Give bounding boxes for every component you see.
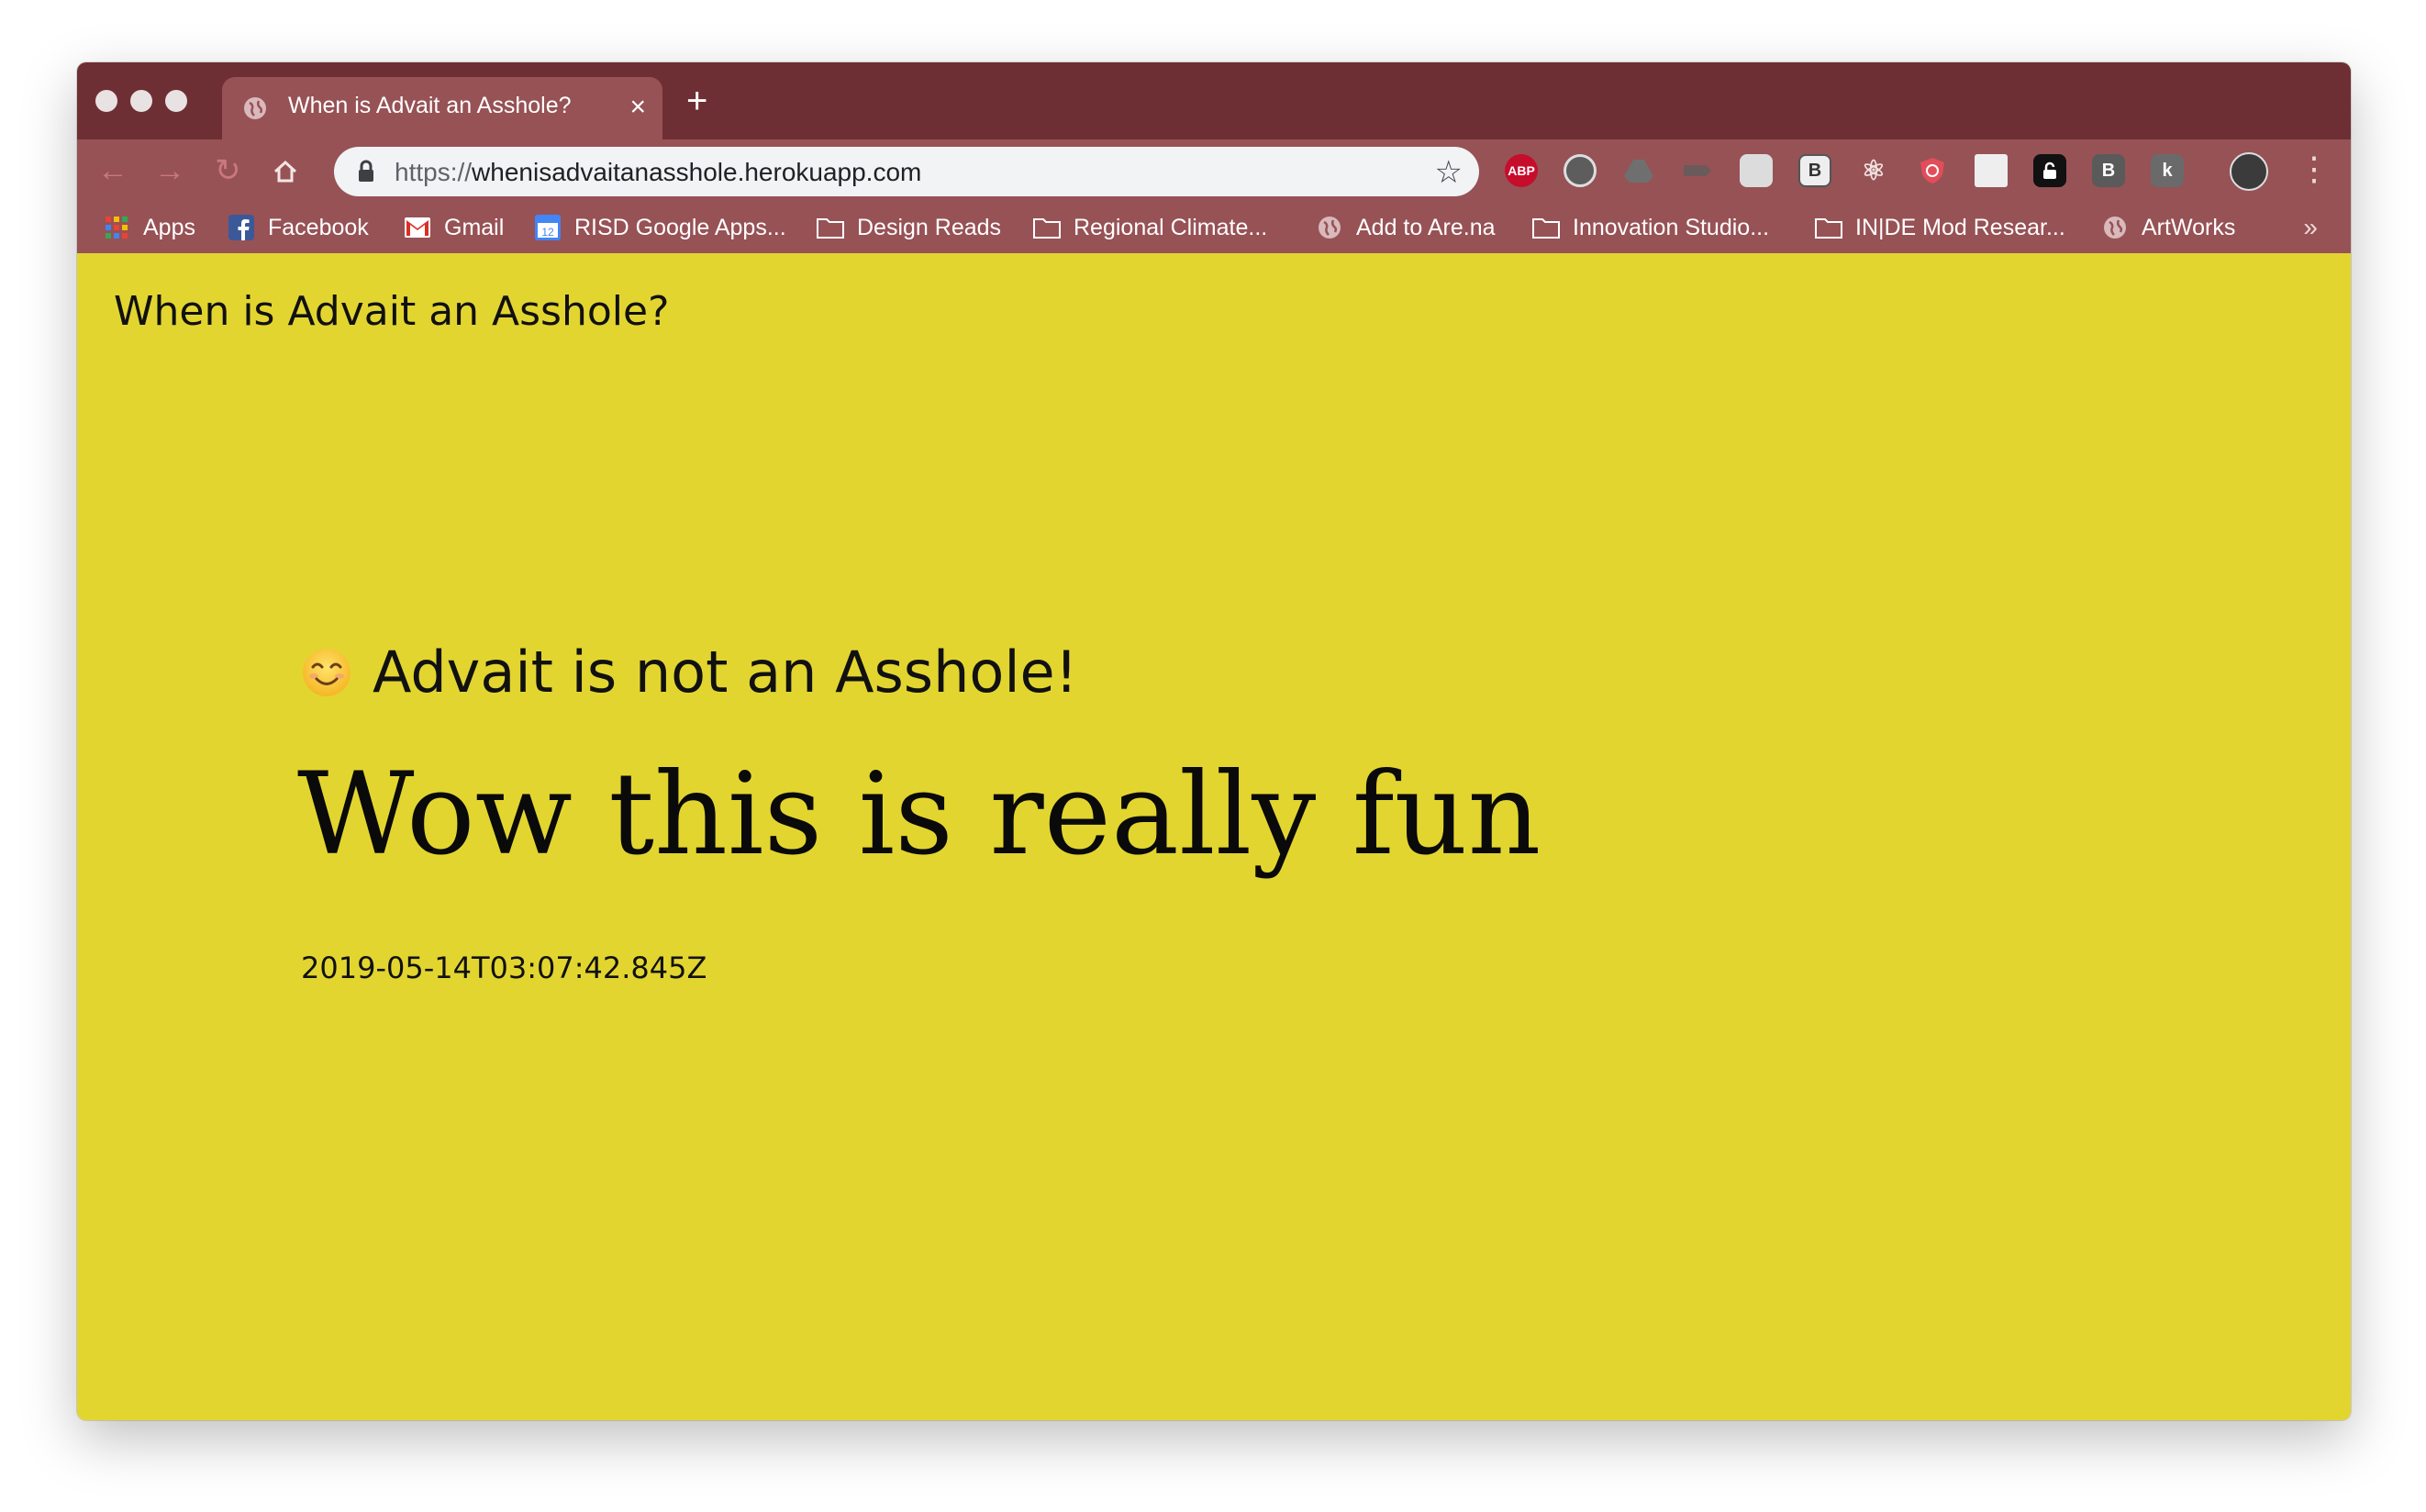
bookmark-artworks[interactable]: ArtWorks: [2101, 211, 2235, 244]
status-text: Advait is not an Asshole!: [373, 639, 1078, 706]
bookmark-label: Gmail: [444, 214, 505, 240]
timestamp: 2019-05-14T03:07:42.845Z: [301, 951, 707, 985]
reload-icon[interactable]: ↻: [215, 152, 241, 189]
bookmark-label: Apps: [143, 214, 195, 240]
b-box-icon[interactable]: B: [1798, 154, 1831, 187]
page-content: When is Advait an Asshole? Advait is not…: [77, 253, 2351, 1420]
zoom-window-button[interactable]: [165, 90, 187, 112]
back-arrow-icon[interactable]: ←: [97, 152, 128, 189]
more-menu-icon[interactable]: ⋮: [2298, 149, 2331, 189]
lock-ext-icon[interactable]: [2033, 154, 2066, 187]
bookmark-label: Design Reads: [857, 214, 1002, 240]
bookmark-label: ArtWorks: [2142, 214, 2236, 240]
react-icon[interactable]: ⚛: [1857, 154, 1890, 187]
tab-title: When is Advait an Asshole?: [288, 93, 572, 118]
bookmark-label: Innovation Studio...: [1573, 214, 1770, 240]
close-window-button[interactable]: [95, 90, 117, 112]
drive-icon[interactable]: [1622, 154, 1655, 187]
globe-icon: [2101, 214, 2129, 241]
svg-text:12: 12: [541, 226, 554, 239]
headline: Wow this is really fun: [297, 749, 1541, 881]
browser-toolbar: ← → ↻ https://whenisadvaitanasshole.hero…: [77, 139, 2351, 202]
folder-icon: [817, 214, 844, 241]
facebook-icon: [228, 214, 255, 241]
bookmark-inde-mod-research[interactable]: IN|DE Mod Resear...: [1815, 211, 2065, 244]
browser-window: When is Advait an Asshole? × + ← → ↻ htt…: [77, 62, 2351, 1420]
active-tab[interactable]: When is Advait an Asshole? ×: [222, 77, 662, 139]
layout-icon[interactable]: [1975, 154, 2008, 187]
bookmark-design-reads[interactable]: Design Reads: [817, 211, 1001, 244]
tag-icon[interactable]: [1681, 154, 1714, 187]
bookmarks-overflow-icon[interactable]: »: [2303, 213, 2318, 242]
adblock-plus-icon[interactable]: ABP: [1505, 154, 1538, 187]
status-line: Advait is not an Asshole!: [301, 639, 1078, 706]
bookmark-label: Add to Are.na: [1356, 214, 1496, 240]
new-tab-button[interactable]: +: [686, 83, 707, 119]
bookmark-label: IN|DE Mod Resear...: [1855, 214, 2065, 240]
globe-icon: [1316, 214, 1343, 241]
note-icon[interactable]: [1740, 154, 1773, 187]
smiling-face-emoji-icon: [301, 647, 352, 698]
bookmark-innovation-studio[interactable]: Innovation Studio...: [1532, 211, 1769, 244]
bookmark-gmail[interactable]: Gmail: [404, 211, 504, 244]
folder-icon: [1815, 214, 1842, 241]
bookmark-label: Regional Climate...: [1074, 214, 1268, 240]
minimize-window-button[interactable]: [130, 90, 152, 112]
tab-close-icon[interactable]: ×: [629, 94, 646, 121]
profile-avatar[interactable]: [2230, 152, 2268, 191]
forward-arrow-icon[interactable]: →: [154, 152, 185, 189]
bookmark-star-icon[interactable]: ☆: [1435, 154, 1463, 191]
bookmark-add-to-arena[interactable]: Add to Are.na: [1316, 211, 1496, 244]
bookmark-apps[interactable]: Apps: [103, 211, 195, 244]
address-bar[interactable]: https://whenisadvaitanasshole.herokuapp.…: [334, 147, 1479, 196]
bookmark-facebook[interactable]: Facebook: [228, 211, 369, 244]
calendar-icon: 12: [534, 214, 562, 241]
shield-icon[interactable]: [1916, 154, 1949, 187]
bookmarks-bar: Apps Facebook Gmail 12 RISD Google Apps.…: [77, 202, 2351, 253]
bookmark-risd-google-apps[interactable]: 12 RISD Google Apps...: [534, 211, 786, 244]
record-icon[interactable]: [1564, 154, 1597, 187]
bookmark-regional-climate[interactable]: Regional Climate...: [1033, 211, 1267, 244]
folder-icon: [1532, 214, 1560, 241]
site-title: When is Advait an Asshole?: [114, 288, 670, 335]
url-text: https://whenisadvaitanasshole.herokuapp.…: [395, 158, 922, 186]
gmail-icon: [404, 214, 431, 241]
tab-strip: When is Advait an Asshole? × +: [77, 62, 2351, 139]
b-ext-icon[interactable]: B: [2092, 154, 2125, 187]
home-icon[interactable]: [272, 152, 299, 194]
bookmark-label: RISD Google Apps...: [574, 214, 786, 240]
apps-grid-icon: [103, 214, 130, 241]
globe-icon: [242, 95, 268, 126]
bookmark-label: Facebook: [268, 214, 369, 240]
k-ext-icon[interactable]: k: [2151, 154, 2184, 187]
lock-icon: [356, 160, 376, 188]
folder-icon: [1033, 214, 1061, 241]
